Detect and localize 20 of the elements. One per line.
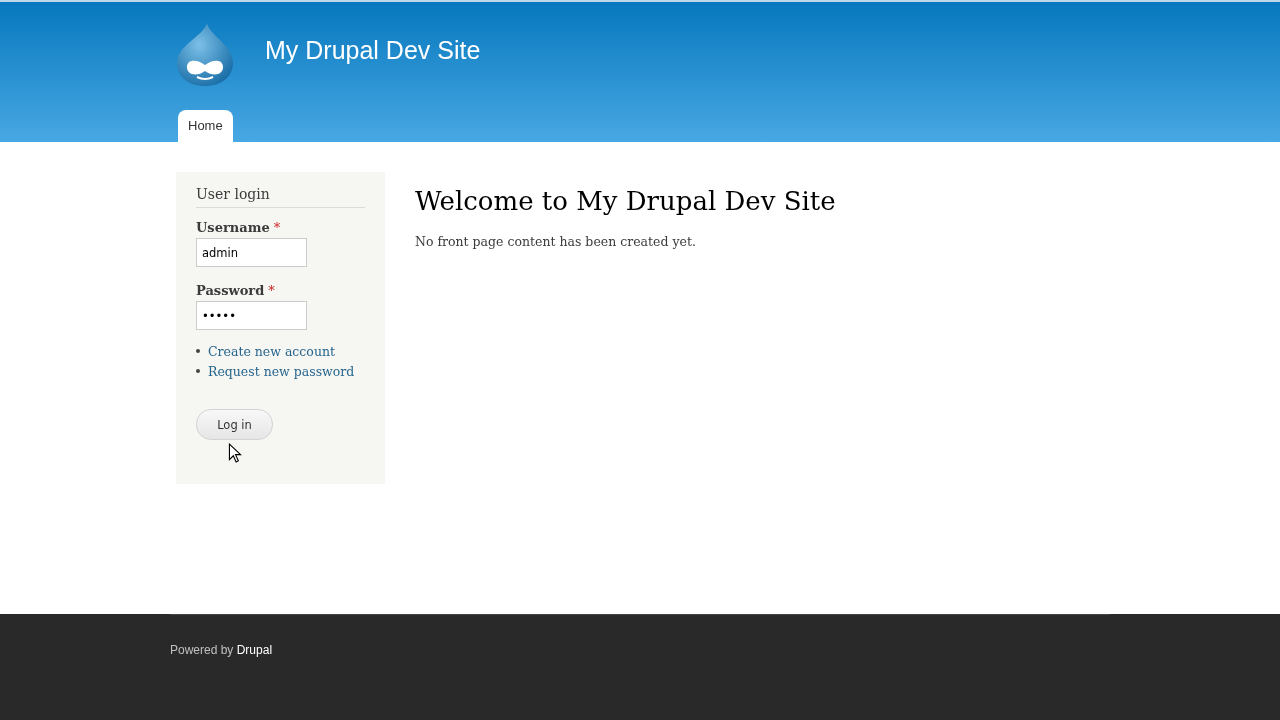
required-mark: * xyxy=(268,283,275,298)
site-name[interactable]: My Drupal Dev Site xyxy=(265,35,481,65)
empty-content-message: No front page content has been created yet. xyxy=(415,234,697,249)
input-field[interactable]: ••••• xyxy=(196,301,307,330)
log-in-button[interactable]: Log in xyxy=(196,409,273,440)
bullet-icon xyxy=(196,349,200,353)
nav-tab[interactable]: Home xyxy=(178,110,233,142)
required-mark: * xyxy=(273,220,281,235)
powered-by-text: Powered by Drupal xyxy=(170,643,274,657)
drupal-link[interactable]: Drupal xyxy=(236,643,273,657)
page-title: Welcome to My Drupal Dev Site xyxy=(415,186,836,216)
link[interactable]: Create new account xyxy=(208,343,335,359)
field-label: Username xyxy=(196,220,270,235)
bullet-icon xyxy=(196,369,200,373)
input-field[interactable]: admin xyxy=(196,238,307,267)
drupal-drop-logo[interactable] xyxy=(175,21,235,87)
mouse-pointer-icon xyxy=(228,443,242,463)
link[interactable]: Request new password xyxy=(208,363,355,379)
block-title: User login xyxy=(196,186,365,208)
field-label: Password xyxy=(196,283,265,298)
